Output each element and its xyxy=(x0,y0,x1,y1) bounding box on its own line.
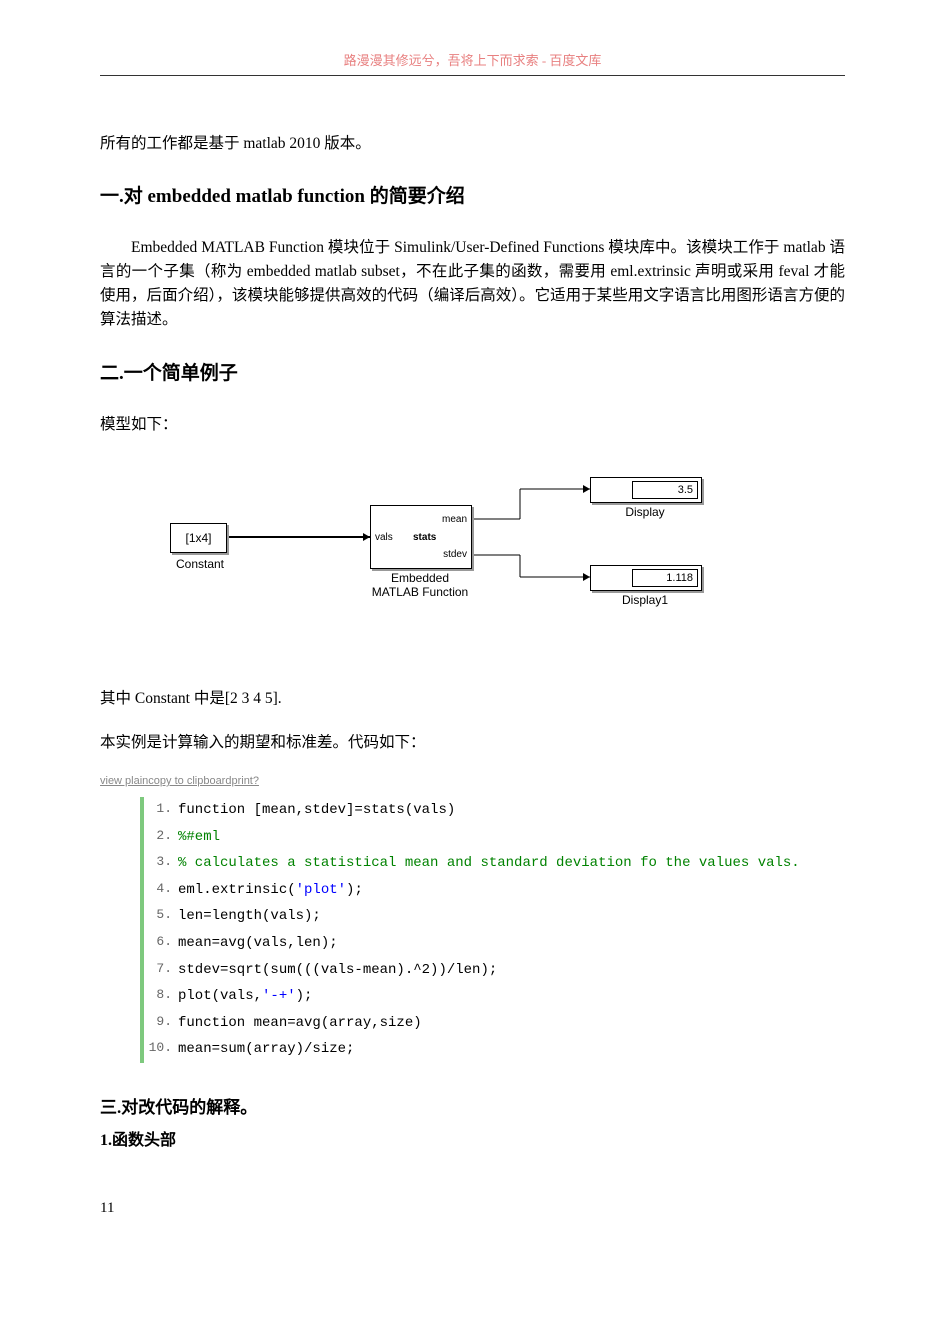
code-line-number: 4. xyxy=(144,877,178,904)
code-line-text: function mean=avg(array,size) xyxy=(178,1010,845,1037)
code-line-text: function [mean,stdev]=stats(vals) xyxy=(178,797,845,824)
code-line: 9.function mean=avg(array,size) xyxy=(144,1010,845,1037)
page-number: 11 xyxy=(100,1200,845,1217)
code-line-text: mean=avg(vals,len); xyxy=(178,930,845,957)
code-line: 6.mean=avg(vals,len); xyxy=(144,930,845,957)
port-vals: vals xyxy=(375,532,393,543)
stats-block-label-2: MATLAB Function xyxy=(360,585,480,599)
model-line: 模型如下： xyxy=(100,413,845,437)
display-2-value: 1.118 xyxy=(632,569,698,587)
code-line-text: %#eml xyxy=(178,824,845,851)
code-line-number: 6. xyxy=(144,930,178,957)
code-line: 4.eml.extrinsic('plot'); xyxy=(144,877,845,904)
code-line: 2.%#eml xyxy=(144,824,845,851)
code-line: 5.len=length(vals); xyxy=(144,903,845,930)
block-center-text: stats xyxy=(413,532,436,543)
code-line-number: 10. xyxy=(144,1036,178,1063)
section-3-title: 三.对改代码的解释。 xyxy=(100,1093,845,1118)
code-line-text: stdev=sqrt(sum(((vals-mean).^2))/len); xyxy=(178,957,845,984)
display-2-label: Display1 xyxy=(590,593,700,607)
display-block-2: 1.118 xyxy=(590,565,702,591)
code-line-text: mean=sum(array)/size; xyxy=(178,1036,845,1063)
code-line-number: 5. xyxy=(144,903,178,930)
header-divider xyxy=(100,75,845,76)
example-desc: 本实例是计算输入的期望和标准差。代码如下： xyxy=(100,731,845,755)
code-line: 1.function [mean,stdev]=stats(vals) xyxy=(144,797,845,824)
code-line-text: len=length(vals); xyxy=(178,903,845,930)
constant-block-text: [1x4] xyxy=(185,531,211,545)
section-2-title: 二.一个简单例子 xyxy=(100,358,845,385)
stats-block: vals stats mean stdev xyxy=(370,505,472,569)
display-1-value: 3.5 xyxy=(632,481,698,499)
section-1-body: Embedded MATLAB Function 模块位于 Simulink/U… xyxy=(100,236,845,332)
code-line: 10.mean=sum(array)/size; xyxy=(144,1036,845,1063)
code-line-number: 3. xyxy=(144,850,178,877)
code-block: 1.function [mean,stdev]=stats(vals)2.%#e… xyxy=(140,797,845,1063)
code-line: 8.plot(vals,'-+'); xyxy=(144,983,845,1010)
code-line-number: 2. xyxy=(144,824,178,851)
port-mean: mean xyxy=(442,514,467,525)
code-line-text: % calculates a statistical mean and stan… xyxy=(178,850,845,877)
code-toolbar-link[interactable]: view plaincopy to clipboardprint? xyxy=(100,775,845,787)
code-line-number: 9. xyxy=(144,1010,178,1037)
code-line-text: plot(vals,'-+'); xyxy=(178,983,845,1010)
simulink-diagram: [1x4] Constant vals stats mean stdev Emb… xyxy=(160,467,720,647)
document-page: 路漫漫其修远兮，吾将上下而求索 - 百度文库 所有的工作都是基于 matlab … xyxy=(0,0,945,1257)
constant-block: [1x4] xyxy=(170,523,227,553)
section-3-sub1: 1.函数头部 xyxy=(100,1126,845,1150)
code-line-number: 7. xyxy=(144,957,178,984)
port-stdev: stdev xyxy=(443,549,467,560)
code-line-text: eml.extrinsic('plot'); xyxy=(178,877,845,904)
display-block-1: 3.5 xyxy=(590,477,702,503)
code-line: 7.stdev=sqrt(sum(((vals-mean).^2))/len); xyxy=(144,957,845,984)
stats-block-label-1: Embedded xyxy=(370,571,470,585)
display-1-label: Display xyxy=(590,505,700,519)
code-line-number: 1. xyxy=(144,797,178,824)
code-line: 3.% calculates a statistical mean and st… xyxy=(144,850,845,877)
header-watermark: 路漫漫其修远兮，吾将上下而求索 - 百度文库 xyxy=(100,50,845,69)
constant-block-label: Constant xyxy=(165,557,235,571)
intro-text: 所有的工作都是基于 matlab 2010 版本。 xyxy=(100,131,845,153)
code-line-number: 8. xyxy=(144,983,178,1010)
constant-desc: 其中 Constant 中是[2 3 4 5]. xyxy=(100,687,845,711)
section-1-title: 一.对 embedded matlab function 的简要介绍 xyxy=(100,181,845,208)
